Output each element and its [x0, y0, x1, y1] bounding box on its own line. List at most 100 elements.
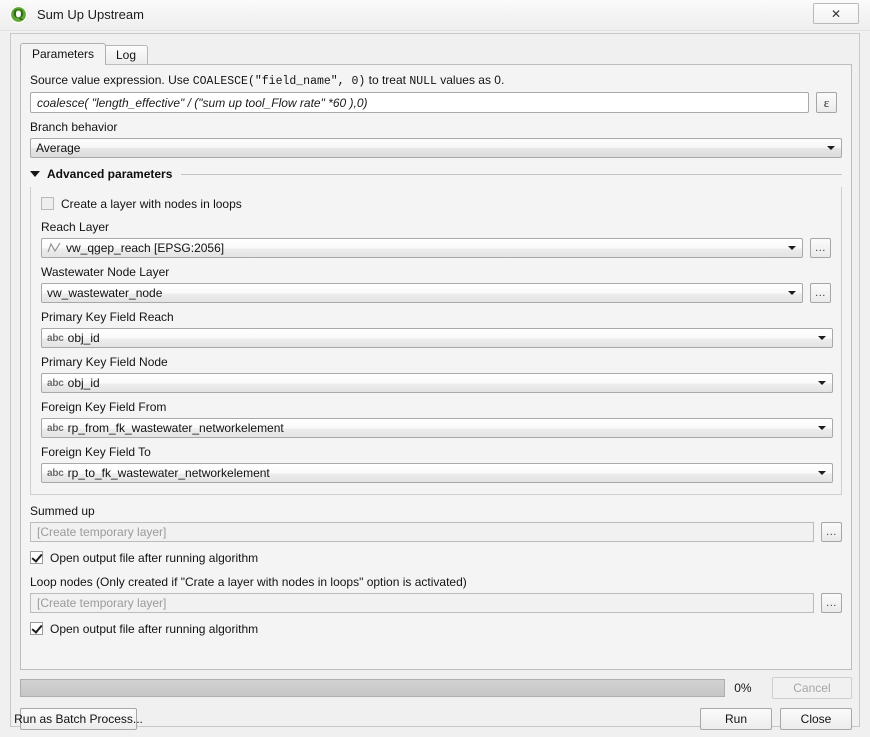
wastewater-node-layer-row: vw_wastewater_node ...: [41, 283, 831, 303]
summed-up-open-after-checkbox[interactable]: [30, 551, 43, 564]
tab-log[interactable]: Log: [104, 45, 149, 64]
dialog-body: Parameters Log Source value expression. …: [10, 33, 860, 730]
wastewater-node-layer-browse-button[interactable]: ...: [810, 283, 831, 303]
expression-description-code: COALESCE("field_name", 0): [192, 75, 366, 88]
close-button[interactable]: Close: [780, 708, 852, 730]
actions-row: Run as Batch Process... Run Close: [14, 708, 852, 730]
cancel-button-label: Cancel: [793, 681, 831, 695]
branch-behavior-select[interactable]: Average: [30, 138, 842, 158]
parameters-panel: Source value expression. Use COALESCE("f…: [20, 64, 852, 670]
reach-layer-browse-button[interactable]: ...: [810, 238, 831, 258]
primary-key-field-node-field: Primary Key Field Node abc obj_id: [41, 355, 833, 393]
wastewater-node-layer-select[interactable]: vw_wastewater_node: [41, 283, 803, 303]
ellipsis-icon: ...: [826, 526, 837, 538]
loop-nodes-row: [Create temporary layer] ...: [30, 593, 842, 613]
run-button[interactable]: Run: [700, 708, 772, 730]
summed-up-placeholder: [Create temporary layer]: [37, 525, 167, 539]
chevron-down-icon: [788, 246, 796, 250]
progress-percent-label: 0%: [734, 681, 752, 695]
loop-nodes-output: Loop nodes (Only created if "Crate a lay…: [30, 575, 842, 637]
primary-key-field-reach-select[interactable]: abc obj_id: [41, 328, 833, 348]
caret-down-icon: [30, 171, 40, 177]
advanced-parameters-header[interactable]: Advanced parameters: [30, 167, 842, 181]
advanced-header-rule: [181, 173, 842, 175]
expression-description-prefix: Source value expression. Use: [30, 73, 193, 87]
foreign-key-field-to-select[interactable]: abc rp_to_fk_wastewater_networkelement: [41, 463, 833, 483]
chevron-down-icon: [818, 426, 826, 430]
primary-key-field-node-value: obj_id: [67, 376, 100, 390]
title-bar: Q Sum Up Upstream ✕: [0, 0, 870, 31]
summed-up-output: Summed up [Create temporary layer] ... O…: [30, 504, 842, 566]
abc-field-icon: abc: [47, 422, 64, 434]
close-window-button[interactable]: ✕: [813, 3, 859, 24]
chevron-down-icon: [818, 471, 826, 475]
reach-layer-row: vw_qgep_reach [EPSG:2056] ...: [41, 238, 831, 258]
ellipsis-icon: ...: [815, 287, 826, 299]
create-loops-layer-label: Create a layer with nodes in loops: [61, 196, 242, 211]
expression-description: Source value expression. Use COALESCE("f…: [30, 73, 842, 89]
expression-description-null: NULL: [409, 75, 437, 88]
abc-field-icon: abc: [47, 467, 64, 479]
qgis-logo-icon: Q: [9, 5, 28, 24]
expression-description-end: values as 0.: [436, 73, 505, 87]
primary-key-field-reach-value: obj_id: [67, 331, 100, 345]
summed-up-open-after-label: Open output file after running algorithm: [50, 550, 259, 565]
chevron-down-icon: [818, 336, 826, 340]
foreign-key-field-to-value: rp_to_fk_wastewater_networkelement: [67, 466, 270, 480]
dialog-footer: 0% Cancel Run as Batch Process... Run Cl…: [14, 677, 853, 730]
foreign-key-field-from-select[interactable]: abc rp_from_fk_wastewater_networkelement: [41, 418, 833, 438]
reach-layer-select[interactable]: vw_qgep_reach [EPSG:2056]: [41, 238, 803, 258]
chevron-down-icon: [827, 146, 835, 150]
foreign-key-field-from-value: rp_from_fk_wastewater_networkelement: [67, 421, 284, 435]
close-button-label: Close: [800, 712, 832, 726]
abc-field-icon: abc: [47, 332, 64, 344]
window-title: Sum Up Upstream: [37, 7, 144, 22]
summed-up-label: Summed up: [30, 504, 95, 518]
line-geometry-icon: [47, 242, 61, 253]
run-as-batch-process-label: Run as Batch Process...: [14, 712, 143, 726]
loop-nodes-input[interactable]: [Create temporary layer]: [30, 593, 814, 613]
expression-input[interactable]: coalesce( "length_effective" / ("sum up …: [30, 92, 809, 113]
primary-key-field-reach-field: Primary Key Field Reach abc obj_id: [41, 310, 833, 348]
tab-strip: Parameters Log: [20, 43, 852, 65]
summed-up-input[interactable]: [Create temporary layer]: [30, 522, 814, 542]
reach-layer-field: Reach Layer vw_qgep_reach [EPSG:2056] ..: [41, 220, 831, 258]
loop-nodes-label: Loop nodes (Only created if "Crate a lay…: [30, 575, 467, 589]
reach-layer-value: vw_qgep_reach [EPSG:2056]: [66, 241, 225, 255]
title-bar-left: Q Sum Up Upstream: [9, 5, 144, 24]
loop-nodes-open-after-row[interactable]: Open output file after running algorithm: [30, 620, 842, 637]
create-loops-layer-row[interactable]: Create a layer with nodes in loops: [41, 195, 831, 212]
loop-nodes-placeholder: [Create temporary layer]: [37, 596, 167, 610]
create-loops-layer-checkbox[interactable]: [41, 197, 54, 210]
ellipsis-icon: ...: [826, 597, 837, 609]
epsilon-icon: ε: [823, 94, 830, 110]
run-button-label: Run: [724, 712, 747, 726]
wastewater-node-layer-field: Wastewater Node Layer vw_wastewater_node…: [41, 265, 831, 303]
progress-bar: [20, 679, 726, 697]
loop-nodes-browse-button[interactable]: ...: [821, 593, 842, 613]
branch-behavior-value: Average: [36, 141, 81, 155]
abc-field-icon: abc: [47, 377, 64, 389]
tab-log-label: Log: [116, 48, 137, 62]
summed-up-open-after-row[interactable]: Open output file after running algorithm: [30, 549, 842, 566]
run-as-batch-process-button[interactable]: Run as Batch Process...: [14, 708, 143, 730]
expression-builder-button[interactable]: ε: [816, 92, 837, 113]
wastewater-node-layer-value: vw_wastewater_node: [47, 286, 163, 300]
chevron-down-icon: [818, 381, 826, 385]
loop-nodes-open-after-label: Open output file after running algorithm: [50, 621, 259, 636]
summed-up-row: [Create temporary layer] ...: [30, 522, 842, 542]
tab-parameters[interactable]: Parameters: [20, 43, 107, 65]
summed-up-browse-button[interactable]: ...: [821, 522, 842, 542]
cancel-button[interactable]: Cancel: [771, 677, 853, 699]
primary-key-field-node-select[interactable]: abc obj_id: [41, 373, 833, 393]
expression-description-suffix: to treat: [365, 73, 410, 87]
foreign-key-field-from-label: Foreign Key Field From: [41, 400, 167, 414]
loop-nodes-open-after-checkbox[interactable]: [30, 622, 43, 635]
chevron-down-icon: [788, 291, 796, 295]
wastewater-node-layer-label: Wastewater Node Layer: [41, 265, 170, 279]
parameters-panel-content: Source value expression. Use COALESCE("f…: [21, 65, 851, 669]
advanced-parameters-title: Advanced parameters: [47, 167, 173, 181]
ellipsis-icon: ...: [815, 242, 826, 254]
close-icon: ✕: [830, 6, 842, 21]
progress-row: 0% Cancel: [20, 677, 853, 699]
